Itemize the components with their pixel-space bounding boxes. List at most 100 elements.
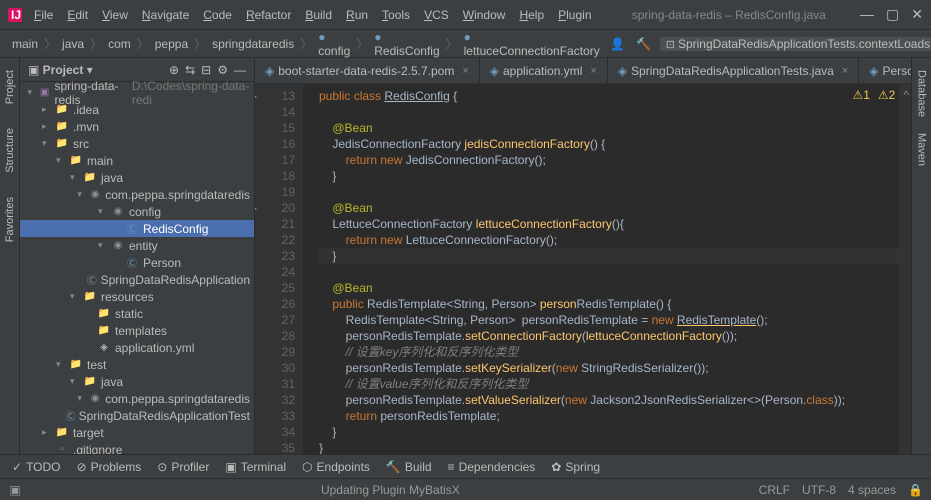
- lock-icon[interactable]: 🔒: [908, 483, 923, 497]
- code-line[interactable]: public class RedisConfig {: [319, 88, 899, 104]
- code-line[interactable]: @Bean: [319, 120, 899, 136]
- bottom-tab-build[interactable]: 🔨Build: [386, 460, 432, 474]
- tree-arrow-icon[interactable]: ▾: [70, 376, 82, 387]
- breadcrumb-item[interactable]: ● config: [314, 28, 354, 60]
- tree-item[interactable]: ⒸRedisConfig: [20, 220, 254, 237]
- tree-item[interactable]: ▾◉config: [20, 203, 254, 220]
- hide-icon[interactable]: —: [234, 63, 246, 77]
- code-line[interactable]: personRedisTemplate.setKeySerializer(new…: [319, 360, 899, 376]
- gutter-line[interactable]: 15: [255, 120, 295, 136]
- expand-icon[interactable]: ⇆: [185, 63, 195, 77]
- gutter-line[interactable]: 23: [255, 248, 295, 264]
- project-tree[interactable]: ▾▣spring-data-redis D:\Codes\spring-data…: [20, 82, 254, 454]
- gutter-line[interactable]: 34: [255, 424, 295, 440]
- breadcrumb-item[interactable]: main: [8, 35, 42, 53]
- tree-arrow-icon[interactable]: ▸: [42, 104, 54, 115]
- user-icon[interactable]: 👤: [608, 37, 628, 51]
- breadcrumb-item[interactable]: peppa: [151, 35, 192, 53]
- run-config-select[interactable]: ⊡ SpringDataRedisApplicationTests.contex…: [660, 37, 931, 51]
- menu-view[interactable]: View: [96, 4, 134, 26]
- menu-refactor[interactable]: Refactor: [240, 4, 297, 26]
- breadcrumb-item[interactable]: ● lettuceConnectionFactory: [460, 28, 604, 60]
- editor-tab[interactable]: ◈boot-starter-data-redis-2.5.7.pom×: [255, 58, 480, 83]
- tool-window-toggle[interactable]: ▣: [8, 483, 22, 497]
- breadcrumb-item[interactable]: com: [104, 35, 135, 53]
- gutter-line[interactable]: 31: [255, 376, 295, 392]
- run-gutter-icon[interactable]: ▸: [255, 200, 257, 216]
- code-line[interactable]: }: [319, 440, 899, 454]
- tree-arrow-icon[interactable]: ▸: [42, 427, 54, 438]
- tree-item[interactable]: ▾📁java: [20, 169, 254, 186]
- close-icon[interactable]: ×: [462, 65, 468, 77]
- tool-tab-project[interactable]: Project: [2, 62, 18, 112]
- gutter-line[interactable]: 29: [255, 344, 295, 360]
- gutter-line[interactable]: 14: [255, 104, 295, 120]
- bottom-tab-spring[interactable]: ✿Spring: [551, 460, 600, 474]
- menu-help[interactable]: Help: [513, 4, 550, 26]
- gutter-line[interactable]: 32: [255, 392, 295, 408]
- code-line[interactable]: @Bean: [319, 280, 899, 296]
- project-view-select[interactable]: ▣ Project ▾: [28, 63, 93, 77]
- code-line[interactable]: return new LettuceConnectionFactory();: [319, 232, 899, 248]
- tree-item[interactable]: ▾◉com.peppa.springdataredis: [20, 186, 254, 203]
- tree-item[interactable]: 📁static: [20, 305, 254, 322]
- tree-arrow-icon[interactable]: ▾: [70, 172, 82, 183]
- code-line[interactable]: // 设置value序列化和反序列化类型: [319, 376, 899, 392]
- tool-tab-favorites[interactable]: Favorites: [2, 189, 18, 250]
- gutter-line[interactable]: 19: [255, 184, 295, 200]
- close-button[interactable]: ✕: [911, 6, 923, 23]
- gutter-line[interactable]: 21: [255, 216, 295, 232]
- breadcrumb-item[interactable]: springdataredis: [208, 35, 298, 53]
- editor-tab[interactable]: ◈Person.java×: [859, 58, 911, 83]
- gutter-line[interactable]: 24: [255, 264, 295, 280]
- tree-arrow-icon[interactable]: ▾: [98, 240, 110, 251]
- gutter-line[interactable]: 28: [255, 328, 295, 344]
- warning-indicator[interactable]: ⚠1: [852, 88, 869, 102]
- editor-tab[interactable]: ◈application.yml×: [480, 58, 608, 83]
- code-line[interactable]: [319, 104, 899, 120]
- menu-window[interactable]: Window: [457, 4, 512, 26]
- gutter-line[interactable]: 30: [255, 360, 295, 376]
- gutter-line[interactable]: 22: [255, 232, 295, 248]
- code-line[interactable]: }: [319, 424, 899, 440]
- tree-item[interactable]: ▸📁target: [20, 424, 254, 441]
- tool-tab-structure[interactable]: Structure: [2, 120, 18, 181]
- bottom-tab-dependencies[interactable]: ≡Dependencies: [448, 460, 536, 474]
- menu-edit[interactable]: Edit: [61, 4, 94, 26]
- code-line[interactable]: @Bean: [319, 200, 899, 216]
- build-icon[interactable]: 🔨: [634, 37, 654, 51]
- tree-arrow-icon[interactable]: ▾: [98, 206, 110, 217]
- error-stripe[interactable]: ⚠1 ⚠2 ^: [899, 84, 911, 454]
- code-line[interactable]: }: [319, 248, 899, 264]
- code-line[interactable]: // 设置key序列化和反序列化类型: [319, 344, 899, 360]
- tree-item[interactable]: ▾📁test: [20, 356, 254, 373]
- tree-item[interactable]: 📁templates: [20, 322, 254, 339]
- tree-item[interactable]: ▾📁java: [20, 373, 254, 390]
- code-line[interactable]: [319, 264, 899, 280]
- encoding-indicator[interactable]: UTF-8: [802, 483, 836, 497]
- code-line[interactable]: RedisTemplate<String, Person> personRedi…: [319, 312, 899, 328]
- close-icon[interactable]: ×: [590, 65, 596, 77]
- gutter-line[interactable]: 35: [255, 440, 295, 454]
- menu-vcs[interactable]: VCS: [418, 4, 455, 26]
- editor-tab[interactable]: ◈SpringDataRedisApplicationTests.java×: [608, 58, 859, 83]
- tool-tab-database[interactable]: Database: [914, 62, 930, 125]
- select-opened-icon[interactable]: ⊕: [169, 63, 179, 77]
- menu-code[interactable]: Code: [197, 4, 238, 26]
- menu-plugin[interactable]: Plugin: [552, 4, 597, 26]
- tree-item[interactable]: ⒸPerson: [20, 254, 254, 271]
- code-line[interactable]: LettuceConnectionFactory lettuceConnecti…: [319, 216, 899, 232]
- tree-arrow-icon[interactable]: ▾: [77, 393, 88, 404]
- tree-item[interactable]: ▾📁src: [20, 135, 254, 152]
- menu-navigate[interactable]: Navigate: [136, 4, 195, 26]
- tree-arrow-icon[interactable]: ▾: [56, 359, 68, 370]
- bottom-tab-terminal[interactable]: ▣Terminal: [225, 460, 286, 474]
- breadcrumb-item[interactable]: java: [58, 35, 88, 53]
- close-icon[interactable]: ×: [842, 65, 848, 77]
- gutter-line[interactable]: 18: [255, 168, 295, 184]
- tree-item[interactable]: ▾📁resources: [20, 288, 254, 305]
- warning-indicator[interactable]: ⚠2: [878, 88, 895, 102]
- menu-build[interactable]: Build: [299, 4, 338, 26]
- tree-item[interactable]: ⒸSpringDataRedisApplicationTest: [20, 407, 254, 424]
- menu-run[interactable]: Run: [340, 4, 374, 26]
